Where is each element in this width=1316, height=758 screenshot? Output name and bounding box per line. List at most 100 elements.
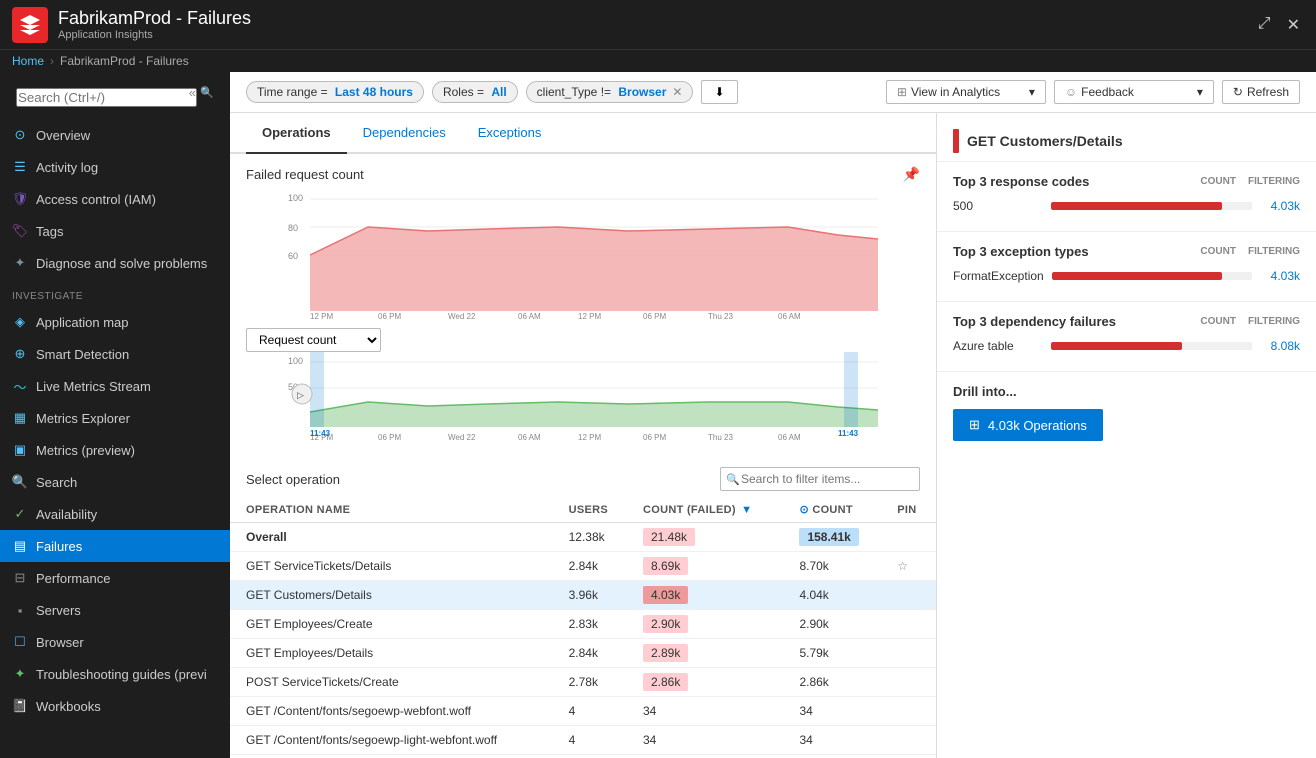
search-input[interactable]	[16, 88, 197, 107]
row-failed-servicetickets: 8.69k	[631, 552, 787, 581]
sidebar-item-access-control[interactable]: 🛡 Access control (IAM)	[0, 183, 230, 215]
close-icon[interactable]: ✕	[1283, 11, 1304, 39]
app-subtitle: Application Insights	[58, 29, 251, 41]
svg-text:12 PM: 12 PM	[578, 312, 601, 321]
sidebar-collapse-icon[interactable]: «	[189, 85, 196, 100]
chart-metric-select[interactable]: Request count Response time Server excep…	[246, 328, 381, 352]
table-row-servicetickets[interactable]: GET ServiceTickets/Details 2.84k 8.69k 8…	[230, 552, 936, 581]
analytics-dropdown[interactable]: ⊞ View in Analytics ▾	[886, 80, 1046, 104]
sidebar-item-diagnose[interactable]: ✦ Diagnose and solve problems	[0, 247, 230, 279]
tab-dependencies-label: Dependencies	[363, 125, 446, 140]
sidebar-item-activity-log[interactable]: ☰ Activity log	[0, 151, 230, 183]
th-users[interactable]: USERS	[557, 497, 631, 523]
drill-section: Drill into... ⊞ 4.03k Operations	[937, 372, 1316, 453]
table-row-font-woff[interactable]: GET /Content/fonts/segoewp-webfont.woff …	[230, 697, 936, 726]
exception-types-cols: COUNT FILTERING	[1200, 246, 1300, 257]
filter-roles[interactable]: Roles = All	[432, 81, 518, 103]
exception-format-label: FormatException	[953, 269, 1044, 283]
tab-operations-label: Operations	[262, 125, 331, 140]
sidebar-item-failures[interactable]: ▤ Failures	[0, 530, 230, 562]
sidebar-item-workbooks[interactable]: 📓 Workbooks	[0, 690, 230, 722]
sidebar-item-smart-detection[interactable]: ⊕ Smart Detection	[0, 338, 230, 370]
th-count[interactable]: ⊙ COUNT	[787, 497, 885, 523]
exception-types-header: Top 3 exception types COUNT FILTERING	[953, 244, 1300, 259]
table-search-input[interactable]	[720, 467, 920, 491]
table-row-font-light-woff[interactable]: GET /Content/fonts/segoewp-light-webfont…	[230, 726, 936, 755]
filter-client-type-close[interactable]: ✕	[672, 85, 682, 99]
row-failed-employees-details: 2.89k	[631, 639, 787, 668]
sidebar-label-diagnose: Diagnose and solve problems	[36, 256, 207, 271]
dependency-failures-title: Top 3 dependency failures	[953, 314, 1116, 329]
exception-types-col-count: COUNT	[1200, 246, 1236, 257]
table-section: Select operation 🔍	[230, 457, 936, 758]
tab-dependencies[interactable]: Dependencies	[347, 113, 462, 154]
sidebar-item-live-metrics[interactable]: ～ Live Metrics Stream	[0, 370, 230, 402]
dependency-azure-value: 8.08k	[1260, 339, 1300, 353]
svg-text:80: 80	[288, 223, 298, 233]
sidebar-item-troubleshooting[interactable]: ✦ Troubleshooting guides (previ	[0, 658, 230, 690]
exception-types-title: Top 3 exception types	[953, 244, 1089, 259]
refresh-icon: ↻	[1233, 85, 1243, 99]
dependency-failures-col-filtering: FILTERING	[1248, 316, 1300, 327]
maximize-icon[interactable]: ⤢	[1254, 11, 1275, 39]
tab-exceptions[interactable]: Exceptions	[462, 113, 558, 154]
filter-time-range[interactable]: Time range = Last 48 hours	[246, 81, 424, 103]
failures-icon: ▤	[12, 538, 28, 554]
sidebar-item-overview[interactable]: ⊙ Overview	[0, 119, 230, 151]
sidebar-label-access-control: Access control (IAM)	[36, 192, 156, 207]
smart-detection-icon: ⊕	[12, 346, 28, 362]
row-name-overall: Overall	[234, 523, 557, 552]
row-name-post-servicetickets: POST ServiceTickets/Create	[234, 668, 557, 697]
sidebar-item-performance[interactable]: ⊟ Performance	[0, 562, 230, 594]
table-row-post-servicetickets[interactable]: POST ServiceTickets/Create 2.78k 2.86k 2…	[230, 668, 936, 697]
servers-icon: ▪	[12, 602, 28, 618]
sidebar-item-availability[interactable]: ✓ Availability	[0, 498, 230, 530]
response-codes-section: Top 3 response codes COUNT FILTERING 500	[937, 162, 1316, 232]
sidebar-label-overview: Overview	[36, 128, 90, 143]
feedback-dropdown[interactable]: ☺ Feedback ▾	[1054, 80, 1214, 104]
refresh-button[interactable]: ↻ Refresh	[1222, 80, 1300, 104]
row-users-customers: 3.96k	[557, 581, 631, 610]
tab-operations[interactable]: Operations	[246, 113, 347, 154]
browser-icon: ☐	[12, 634, 28, 650]
sidebar-item-search[interactable]: 🔍 Search	[0, 466, 230, 498]
dependency-failures-header: Top 3 dependency failures COUNT FILTERIN…	[953, 314, 1300, 329]
table-row-overall[interactable]: Overall 12.38k 21.48k 158.41k	[230, 523, 936, 552]
sidebar-item-metrics-explorer[interactable]: ▦ Metrics Explorer	[0, 402, 230, 434]
table-row-employees-create[interactable]: GET Employees/Create 2.83k 2.90k 2.90k	[230, 610, 936, 639]
table-row-customers-details[interactable]: GET Customers/Details 3.96k 4.03k 4.04k	[230, 581, 936, 610]
row-name-robots: GET robots.txt/Index	[234, 755, 557, 758]
main-chart-container: 100 80 60 12 PM	[246, 191, 920, 324]
svg-text:06 PM: 06 PM	[643, 312, 666, 321]
wrench-icon: ✦	[12, 255, 28, 271]
sidebar-item-browser[interactable]: ☐ Browser	[0, 626, 230, 658]
sidebar-label-availability: Availability	[36, 507, 97, 522]
dependency-azure-row: Azure table 8.08k	[953, 339, 1300, 353]
drill-operations-button[interactable]: ⊞ 4.03k Operations	[953, 409, 1103, 441]
toolbar-right: ⊞ View in Analytics ▾ ☺ Feedback ▾ ↻ Ref…	[886, 80, 1300, 104]
row-count-servicetickets: 8.70k	[787, 552, 885, 581]
chart-pin-icon[interactable]: 📌	[903, 166, 920, 183]
th-operation-name[interactable]: OPERATION NAME	[234, 497, 557, 523]
sidebar-item-servers[interactable]: ▪ Servers	[0, 594, 230, 626]
response-codes-col-filtering: FILTERING	[1248, 176, 1300, 187]
sidebar-item-app-map[interactable]: ◈ Application map	[0, 306, 230, 338]
row-pin-employees-create	[885, 610, 936, 639]
pin-servicetickets-icon[interactable]: ☆	[897, 559, 908, 573]
breadcrumb-home[interactable]: Home	[12, 54, 44, 68]
toolbar: Time range = Last 48 hours Roles = All c…	[230, 72, 1316, 113]
svg-text:06 AM: 06 AM	[778, 433, 801, 442]
th-count-failed[interactable]: COUNT (FAILED) ▼	[631, 497, 787, 523]
sidebar-item-tags[interactable]: 🏷 Tags	[0, 215, 230, 247]
sidebar-item-metrics-preview[interactable]: ▣ Metrics (preview)	[0, 434, 230, 466]
table-row-robots[interactable]: GET robots.txt/Index - 15 15	[230, 755, 936, 758]
sidebar-search-icon: 🔍	[200, 86, 214, 99]
row-pin-servicetickets[interactable]: ☆	[885, 552, 936, 581]
funnel-button[interactable]: ⬇	[701, 80, 737, 104]
filter-client-type[interactable]: client_Type != Browser ✕	[526, 81, 694, 103]
row-users-overall: 12.38k	[557, 523, 631, 552]
table-row-employees-details[interactable]: GET Employees/Details 2.84k 2.89k 5.79k	[230, 639, 936, 668]
sidebar-label-metrics-explorer: Metrics Explorer	[36, 411, 130, 426]
response-codes-cols: COUNT FILTERING	[1200, 176, 1300, 187]
svg-text:06 AM: 06 AM	[518, 433, 541, 442]
